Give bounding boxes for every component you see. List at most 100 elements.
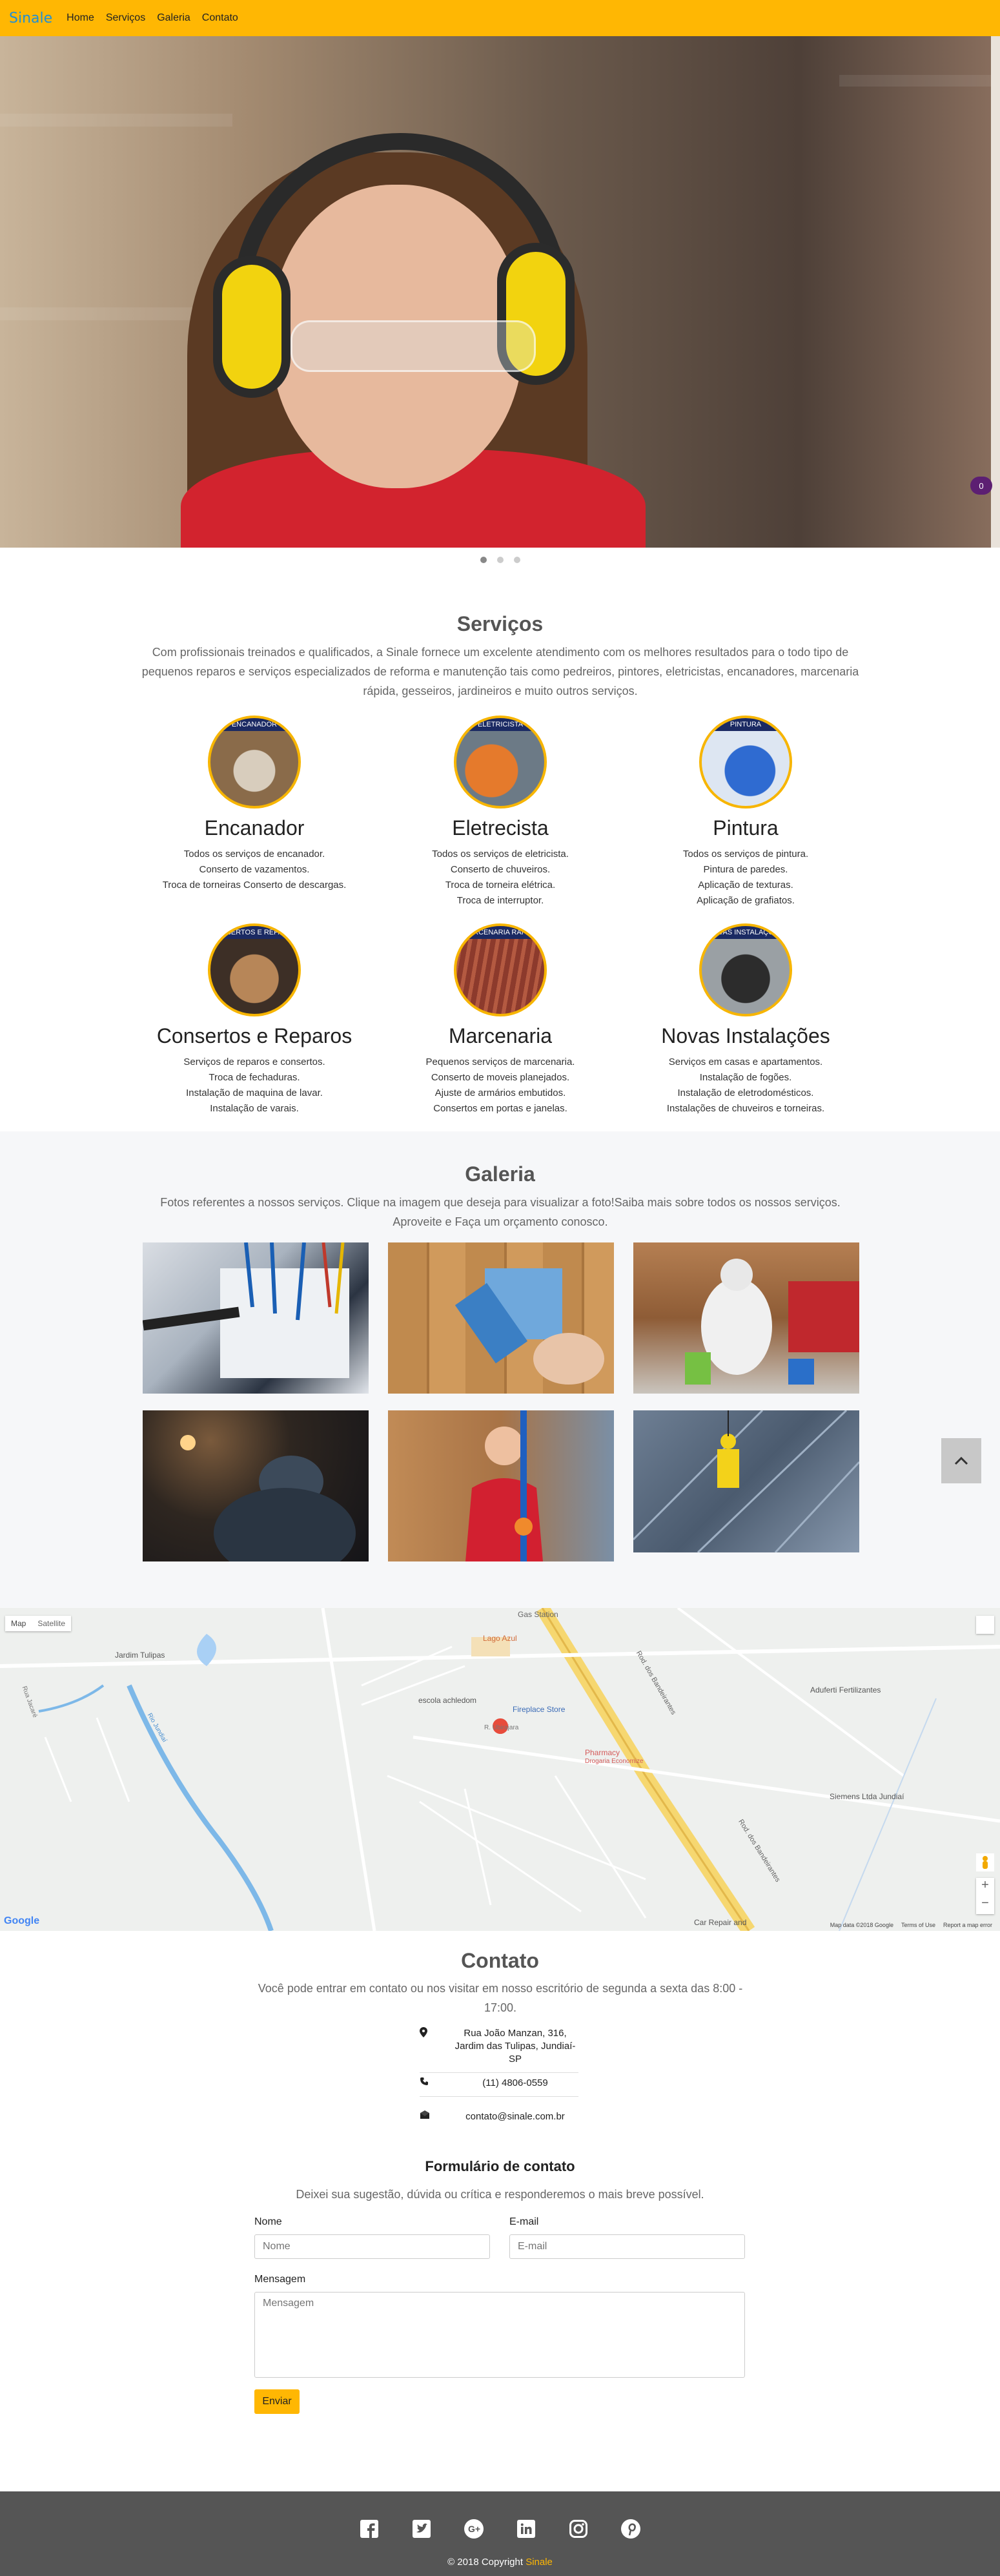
linkedin-icon[interactable] — [516, 2519, 536, 2539]
zoom-out-button[interactable]: − — [976, 1896, 994, 1914]
service-image-caption: NOVAS INSTALAÇÕES — [702, 926, 790, 939]
gallery-photo-cleaning-worker[interactable] — [633, 1242, 859, 1394]
gallery-title: Galeria — [465, 1162, 535, 1186]
service-line: Troca de interruptor. — [456, 895, 544, 906]
copyright-text: © 2018 Copyright — [447, 2557, 526, 2568]
zoom-in-button[interactable]: + — [976, 1878, 994, 1896]
service-image: ENCANADOR — [208, 716, 301, 809]
carousel-dot[interactable] — [496, 557, 504, 563]
google-plus-icon[interactable]: G+ — [464, 2519, 484, 2539]
service-card-marcenaria: MARCENARIA RÁPIDA Marcenaria Pequenos se… — [378, 923, 623, 1117]
pegman-icon[interactable] — [976, 1853, 994, 1871]
service-line: Instalação de varais. — [210, 1103, 299, 1114]
nav-link-servicos[interactable]: Serviços — [106, 12, 145, 24]
twitter-icon[interactable] — [412, 2519, 432, 2539]
service-line: Conserto de moveis planejados. — [431, 1072, 570, 1083]
service-line: Todos os serviços de encanador. — [183, 849, 325, 860]
night-worker-drawing — [180, 1435, 356, 1561]
map-tab-map[interactable]: Map — [5, 1616, 32, 1631]
facebook-icon[interactable] — [360, 2519, 380, 2539]
map-report-link[interactable]: Report a map error — [943, 1922, 992, 1928]
map-footer: Map data ©2018 Google Terms of Use Repor… — [830, 1922, 992, 1928]
service-line: Troca de fechaduras. — [209, 1072, 300, 1083]
map-label: Aduferti Fertilizantes — [810, 1685, 881, 1695]
map-label: Pharmacy — [585, 1748, 620, 1757]
pinterest-icon[interactable] — [621, 2519, 641, 2539]
service-description: Todos os serviços de pintura. Pintura de… — [623, 847, 868, 909]
electrical-panel-drawing — [143, 1242, 349, 1378]
service-card-consertos: CONSERTOS E REPAROS Consertos e Reparos … — [132, 923, 377, 1117]
email-label: E-mail — [509, 2216, 539, 2227]
service-title: Consertos e Reparos — [156, 1024, 352, 1047]
map-label: R. Ubirajara — [484, 1724, 519, 1731]
map-tab-satellite[interactable]: Satellite — [32, 1616, 71, 1631]
carousel-indicators — [0, 557, 1000, 563]
service-title: Pintura — [713, 816, 779, 840]
message-label: Mensagem — [254, 2274, 306, 2285]
email-text[interactable]: contato@sinale.com.br — [452, 2110, 578, 2123]
service-description: Serviços de reparos e consertos. Troca d… — [132, 1055, 377, 1117]
gallery-photo-wood-painting[interactable] — [388, 1242, 614, 1394]
service-line: Todos os serviços de eletricista. — [432, 849, 569, 860]
copyright-brand-link[interactable]: Sinale — [526, 2557, 553, 2568]
message-textarea[interactable] — [254, 2292, 745, 2378]
email-input[interactable] — [509, 2234, 745, 2259]
fullscreen-icon[interactable] — [976, 1616, 994, 1634]
service-title: Novas Instalações — [661, 1024, 830, 1047]
carousel-dot[interactable] — [480, 557, 487, 563]
service-description: Todos os serviços de eletricista. Conser… — [378, 847, 623, 909]
send-button[interactable]: Enviar — [254, 2389, 300, 2414]
form-title: Formulário de contato — [425, 2158, 575, 2174]
service-card-pintura: PINTURA Pintura Todos os serviços de pin… — [623, 716, 868, 909]
nav-link-home[interactable]: Home — [66, 12, 94, 24]
carousel-dot[interactable] — [513, 557, 520, 563]
brand-logo[interactable]: Sinale — [9, 10, 52, 26]
address-text: Rua João Manzan, 316, Jardim das Tulipas… — [454, 2028, 576, 2065]
contact-address: Rua João Manzan, 316, Jardim das Tulipas… — [420, 2027, 578, 2073]
gallery-photo-night-worker[interactable] — [143, 1410, 369, 1561]
svg-text:G+: G+ — [468, 2524, 480, 2534]
cleaning-worker-drawing — [685, 1259, 859, 1385]
cart-badge[interactable]: 0 — [970, 477, 992, 495]
service-line: Troca de torneiras Conserto de descargas… — [162, 880, 347, 891]
map-terms-link[interactable]: Terms of Use — [901, 1922, 935, 1928]
service-card-encanador: ENCANADOR Encanador Todos os serviços de… — [132, 716, 377, 893]
service-line: Instalação de eletrodomésticos. — [677, 1087, 814, 1098]
google-logo[interactable]: Google — [4, 1915, 39, 1927]
map-label: escola achledom — [418, 1696, 477, 1705]
map-label: Car Repair and — [694, 1918, 747, 1927]
service-description: Pequenos serviços de marcenaria. Consert… — [378, 1055, 623, 1117]
copyright: © 2018 Copyright Sinale — [0, 2557, 1000, 2568]
name-input[interactable] — [254, 2234, 490, 2259]
hero-safety-glasses — [291, 320, 536, 372]
gallery-photo-electrical-panel[interactable] — [143, 1242, 369, 1394]
social-links: G+ — [0, 2519, 1000, 2539]
service-image-caption: CONSERTOS E REPAROS — [210, 926, 298, 939]
nav-link-galeria[interactable]: Galeria — [157, 12, 190, 24]
phone-icon — [420, 2077, 452, 2090]
service-line: Instalação de fogões. — [699, 1072, 792, 1083]
map-label: Gas Station — [518, 1610, 558, 1619]
navbar: Sinale Home Serviços Galeria Contato — [0, 0, 1000, 36]
service-image: NOVAS INSTALAÇÕES — [699, 923, 792, 1016]
nav-link-contato[interactable]: Contato — [202, 12, 238, 24]
service-line: Aplicação de grafiatos. — [697, 895, 795, 906]
service-image: ELETRICISTA — [454, 716, 547, 809]
gallery-photo-cleaner-woman[interactable] — [388, 1410, 614, 1561]
map-attribution: Map data ©2018 Google — [830, 1922, 893, 1928]
pegman-figure — [983, 1856, 988, 1869]
phone-text[interactable]: (11) 4806-0559 — [452, 2077, 578, 2090]
hero-carousel[interactable] — [0, 36, 1000, 548]
gallery-photo-window-washer[interactable] — [633, 1410, 859, 1552]
contact-phone: (11) 4806-0559 — [420, 2077, 578, 2097]
contact-lead: Você pode entrar em contato ou nos visit… — [258, 1982, 743, 2014]
back-to-top-button[interactable] — [941, 1438, 981, 1483]
contact-title: Contato — [461, 1949, 539, 1972]
instagram-icon[interactable] — [569, 2519, 589, 2539]
window-washer-drawing — [633, 1410, 859, 1552]
google-map[interactable]: Map Satellite Gas Station Lago Azul Jard… — [0, 1608, 1000, 1931]
service-line: Todos os serviços de pintura. — [682, 849, 809, 860]
map-label: Lago Azul — [483, 1634, 517, 1643]
service-line: Ajuste de armários embutidos. — [434, 1087, 566, 1098]
service-card-eletrecista: ELETRICISTA Eletrecista Todos os serviço… — [378, 716, 623, 909]
